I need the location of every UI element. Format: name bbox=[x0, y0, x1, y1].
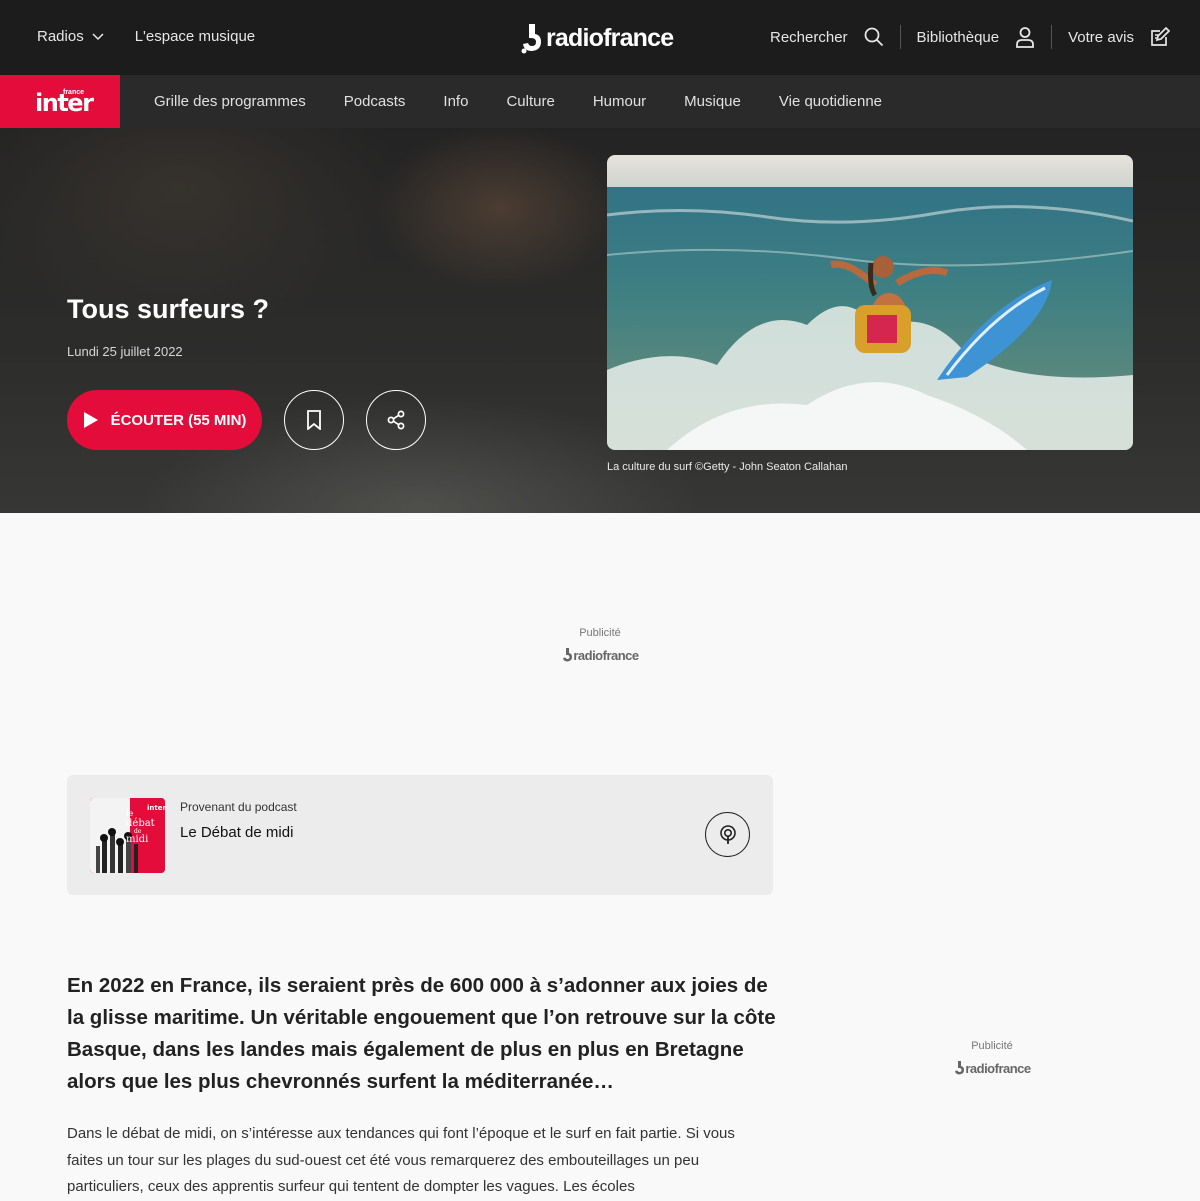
ad-label: Publicité bbox=[579, 627, 621, 639]
library-button[interactable]: Bibliothèque bbox=[901, 24, 1052, 50]
episode-title: Tous surfeurs ? bbox=[67, 294, 270, 324]
edit-note-icon bbox=[1151, 27, 1170, 46]
episode-date: Lundi 25 juillet 2022 bbox=[67, 344, 183, 359]
ad-slot-top: Publicité radiofrance bbox=[540, 627, 660, 663]
bookmark-button[interactable] bbox=[284, 390, 344, 450]
feedback-button[interactable]: Votre avis bbox=[1052, 24, 1170, 50]
nav-item-culture[interactable]: Culture bbox=[506, 93, 554, 110]
nav-item-grille[interactable]: Grille des programmes bbox=[154, 93, 306, 110]
espace-musique-link[interactable]: L'espace musique bbox=[135, 28, 255, 45]
search-button[interactable]: Rechercher bbox=[754, 24, 900, 50]
listen-label: ÉCOUTER (55 MIN) bbox=[110, 411, 247, 429]
podcast-from-label: Provenant du podcast bbox=[180, 800, 297, 814]
listen-button[interactable]: ÉCOUTER (55 MIN) bbox=[67, 390, 262, 450]
podcast-thumbnail: le débat de midi inter bbox=[90, 798, 165, 873]
podcast-source-card[interactable]: le débat de midi inter Provenant du podc… bbox=[67, 775, 773, 895]
cover-station: inter bbox=[147, 804, 165, 812]
bookmark-icon bbox=[307, 410, 321, 430]
share-button[interactable] bbox=[366, 390, 426, 450]
podcast-cover-art: le débat de midi inter bbox=[90, 798, 165, 873]
cover-text-le: le bbox=[126, 809, 134, 818]
surfer-image bbox=[607, 155, 1133, 450]
top-nav-right: Rechercher Bibliothèque Votre avis bbox=[754, 24, 1170, 50]
play-icon bbox=[83, 412, 98, 428]
feedback-label: Votre avis bbox=[1068, 28, 1134, 46]
episode-hero: Tous surfeurs ? Lundi 25 juillet 2022 ÉC… bbox=[0, 128, 1200, 513]
station-nav: france inter Grille des programmes Podca… bbox=[0, 75, 1200, 128]
nav-item-humour[interactable]: Humour bbox=[593, 93, 646, 110]
brand-name: radiofrance bbox=[546, 23, 674, 52]
nav-item-musique[interactable]: Musique bbox=[684, 93, 741, 110]
radiofrance-mark-icon bbox=[563, 648, 573, 662]
top-bar: Radios L'espace musique radiofrance Rech… bbox=[0, 0, 1200, 75]
podcast-name[interactable]: Le Débat de midi bbox=[180, 824, 293, 841]
ad-brand: radiofrance bbox=[932, 1060, 1052, 1076]
podcast-subscribe-button[interactable] bbox=[705, 812, 750, 857]
nav-item-vie-quotidienne[interactable]: Vie quotidienne bbox=[779, 93, 882, 110]
chevron-down-icon bbox=[92, 32, 104, 40]
ad-brand-name: radiofrance bbox=[573, 647, 639, 663]
france-inter-logo[interactable]: france inter bbox=[0, 75, 120, 128]
station-nav-list: Grille des programmes Podcasts Info Cult… bbox=[154, 93, 920, 110]
article-body: Dans le débat de midi, on s’intéresse au… bbox=[67, 1125, 735, 1195]
radiofrance-mark-icon bbox=[955, 1061, 965, 1075]
ad-brand-name: radiofrance bbox=[965, 1060, 1031, 1076]
article-lead: En 2022 en France, ils seraient près de … bbox=[67, 974, 776, 1093]
cover-text-midi: midi bbox=[126, 834, 148, 845]
photo-caption: La culture du surf ©Getty - John Seaton … bbox=[607, 461, 848, 473]
podcast-icon bbox=[719, 824, 736, 844]
ad-label: Publicité bbox=[971, 1040, 1013, 1052]
ad-slot-sidebar: Publicité radiofrance bbox=[932, 1040, 1052, 1076]
library-label: Bibliothèque bbox=[916, 28, 1000, 46]
search-label: Rechercher bbox=[770, 28, 848, 46]
station-name: inter bbox=[35, 89, 94, 117]
user-icon bbox=[1016, 27, 1035, 48]
search-icon bbox=[864, 27, 883, 47]
nav-item-info[interactable]: Info bbox=[443, 93, 468, 110]
ad-brand: radiofrance bbox=[540, 647, 660, 663]
nav-item-podcasts[interactable]: Podcasts bbox=[344, 93, 406, 110]
top-nav-left: Radios L'espace musique bbox=[37, 28, 255, 45]
radiofrance-logo[interactable]: radiofrance bbox=[520, 22, 674, 54]
radiofrance-mark-icon bbox=[521, 24, 541, 54]
share-icon bbox=[387, 410, 405, 430]
episode-photo bbox=[607, 155, 1133, 450]
radios-label: Radios bbox=[37, 28, 84, 45]
radios-menu-button[interactable]: Radios bbox=[37, 28, 104, 45]
